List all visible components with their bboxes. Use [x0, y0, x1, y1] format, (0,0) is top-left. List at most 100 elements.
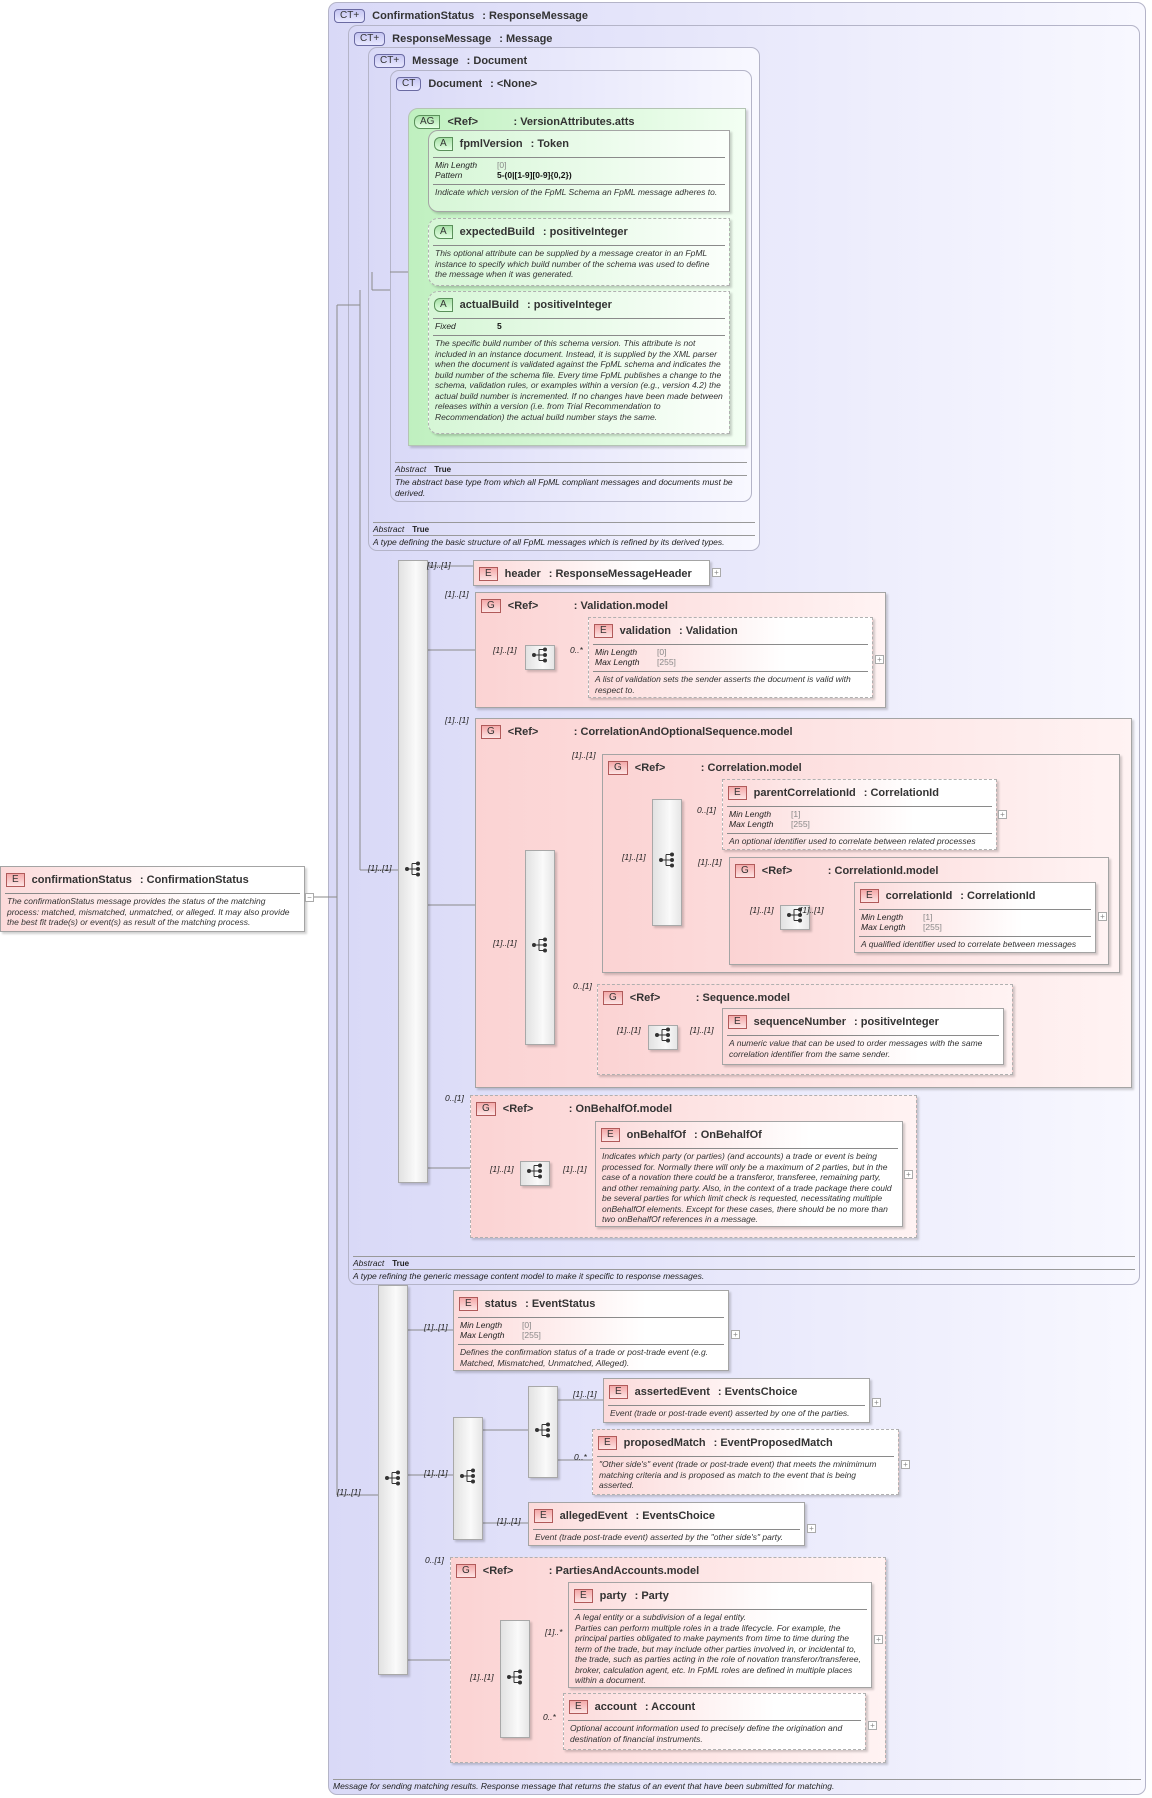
divider [859, 936, 1091, 937]
item-type: OnBehalfOf [694, 1129, 762, 1141]
description: The confirmationStatus message provides … [7, 896, 290, 927]
item-type: VersionAttributes.atts [513, 116, 634, 128]
sequence-icon [459, 1467, 477, 1490]
expand-toggle-icon[interactable]: + [998, 810, 1007, 819]
element-status[interactable]: Estatus EventStatus Min Length [0] Max Lengt… [453, 1290, 729, 1371]
sequence-compositor-response[interactable] [398, 560, 428, 1183]
sequence-compositor-asserted[interactable] [528, 1386, 558, 1478]
expand-toggle-icon[interactable]: + [875, 655, 884, 664]
element-header[interactable]: Eheader ResponseMessageHeader [473, 560, 710, 586]
item-type: EventProposedMatch [714, 1437, 832, 1449]
element-asserted-event[interactable]: EassertedEvent EventsChoice Event (trade o… [603, 1378, 870, 1423]
item-type: Validation.model [574, 600, 668, 612]
facet-label: Max Length [460, 1330, 505, 1340]
facet-label: Pattern [435, 170, 463, 180]
element-party[interactable]: Eparty Party A legal entity or a subdivisi… [568, 1582, 872, 1688]
item-type: EventsChoice [636, 1510, 715, 1522]
choice-compositor-events[interactable] [453, 1417, 483, 1540]
expand-toggle-icon[interactable]: + [872, 1398, 881, 1407]
item-name: <Ref> [507, 599, 539, 612]
description: This optional attribute can be supplied … [435, 248, 710, 279]
expand-toggle-icon[interactable]: + [1098, 912, 1107, 921]
sequence-compositor-confirmation[interactable] [378, 1285, 408, 1675]
description: A numeric value that can be used to orde… [729, 1038, 983, 1059]
divider [433, 318, 725, 319]
attribute-expected-build[interactable]: AexpectedBuild positiveInteger This option… [428, 218, 730, 286]
box-header: EassertedEvent EventsChoice [604, 1379, 869, 1401]
element-alleged-event[interactable]: EallegedEvent EventsChoice Event (trade po… [528, 1502, 805, 1546]
item-type: Correlation.model [701, 762, 802, 774]
divider [727, 1035, 999, 1036]
facet-label: Min Length [460, 1320, 503, 1330]
facet-value: [255] [923, 922, 942, 932]
element-icon: E [601, 1127, 620, 1142]
facets: Min Length [1] Max Length [255] [861, 912, 1089, 932]
box-header: Evalidation Validation [589, 618, 872, 640]
box-header: G <Ref> OnBehalfOf.model [471, 1096, 916, 1118]
item-type: OnBehalfOf.model [569, 1103, 673, 1115]
sequence-compositor-parties[interactable] [500, 1620, 530, 1738]
element-parent-correlation-id[interactable]: EparentCorrelationId CorrelationId Min Len… [722, 779, 997, 850]
cardinality-label: [1]..* [545, 1627, 563, 1637]
item-name: status [484, 1297, 518, 1310]
facet-value: [1] [791, 809, 801, 819]
element-icon: E [598, 1435, 617, 1450]
item-name: actualBuild [459, 298, 519, 311]
attribute-icon: A [434, 297, 453, 312]
item-name: expectedBuild [459, 225, 535, 238]
element-confirmation-status[interactable]: EconfirmationStatus ConfirmationStatus The… [0, 866, 305, 932]
sequence-compositor-sequence[interactable] [648, 1025, 678, 1050]
expand-toggle-icon[interactable]: + [807, 1524, 816, 1533]
element-icon: E [860, 888, 879, 903]
element-icon: E [728, 1014, 747, 1029]
element-on-behalf-of[interactable]: EonBehalfOf OnBehalfOf Indicates which par… [595, 1121, 903, 1227]
facet-value: [255] [522, 1330, 541, 1340]
cardinality-label: 0..* [543, 1712, 556, 1722]
description: An optional identifier used to correlate… [729, 836, 976, 846]
group-icon: G [476, 1101, 496, 1116]
description: Indicate which version of the FpML Schem… [435, 187, 718, 197]
collapse-toggle-icon[interactable]: − [305, 893, 314, 902]
element-correlation-id[interactable]: EcorrelationId CorrelationId Min Length [1]… [854, 882, 1096, 953]
cardinality-label: [1]..[1] [424, 1468, 448, 1478]
facet-value: [0] [497, 160, 507, 170]
box-header: Eaccount Account [564, 1694, 865, 1716]
description: "Other side's" event (trade or post-trad… [599, 1459, 877, 1490]
item-type: Account [645, 1701, 695, 1713]
expand-toggle-icon[interactable]: + [901, 1460, 910, 1469]
attribute-actual-build[interactable]: AactualBuild positiveInteger Fixed 5 The spe… [428, 291, 730, 434]
cardinality-label: [1]..[1] [497, 1516, 521, 1526]
expand-toggle-icon[interactable]: + [731, 1330, 740, 1339]
facet-value: 5 [497, 321, 502, 331]
item-name: <Ref> [634, 761, 666, 774]
sequence-compositor-on-behalf-of[interactable] [520, 1161, 550, 1186]
divider [727, 833, 992, 834]
expand-toggle-icon[interactable]: + [874, 1635, 883, 1644]
expand-toggle-icon[interactable]: + [904, 1170, 913, 1179]
description: Event (trade or post-trade event) assert… [610, 1408, 850, 1418]
sequence-icon [534, 1421, 552, 1444]
box-header: Estatus EventStatus [454, 1291, 728, 1313]
sequence-icon [658, 851, 676, 874]
box-header: EcorrelationId CorrelationId [855, 883, 1095, 905]
sequence-compositor-corr-opt-seq[interactable] [525, 850, 555, 1045]
sequence-compositor-validation[interactable] [525, 645, 555, 670]
divider [597, 1456, 894, 1457]
item-type: Sequence.model [696, 992, 790, 1004]
expand-toggle-icon[interactable]: + [868, 1721, 877, 1730]
cardinality-label: [1]..[1] [427, 560, 451, 570]
attribute-fpml-version[interactable]: AfpmlVersion Token Min Length [0] Pattern 5-(… [428, 130, 730, 212]
element-validation[interactable]: Evalidation Validation Min Length [0] Max Le… [588, 617, 873, 698]
cardinality-label: [1]..[1] [572, 750, 596, 760]
description: The specific build number of this schema… [435, 338, 723, 422]
item-type: PartiesAndAccounts.model [549, 1565, 700, 1577]
group-icon: G [603, 990, 623, 1005]
sequence-compositor-correlation[interactable] [652, 799, 682, 926]
item-name: account [594, 1700, 637, 1713]
element-account[interactable]: Eaccount Account Optional account informat… [563, 1693, 866, 1750]
facet-label: Min Length [729, 809, 772, 819]
expand-toggle-icon[interactable]: + [712, 568, 721, 577]
element-sequence-number[interactable]: EsequenceNumber positiveInteger A numeric … [722, 1008, 1004, 1065]
element-proposed-match[interactable]: EproposedMatch EventProposedMatch "Other s… [592, 1429, 899, 1495]
description: A list of validation sets the sender ass… [595, 674, 851, 695]
